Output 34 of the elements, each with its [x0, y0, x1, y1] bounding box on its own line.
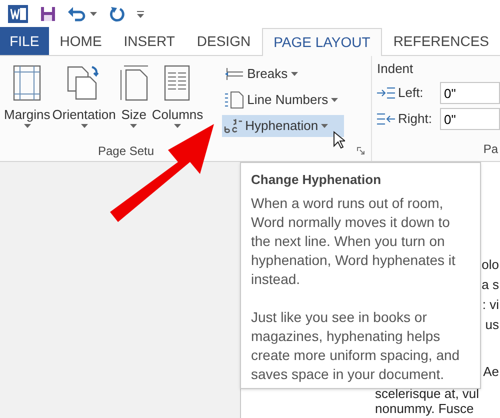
button-label: Orientation — [52, 106, 116, 124]
button-label: Size — [121, 106, 146, 124]
document-text: olo — [482, 256, 500, 274]
ribbon-tab[interactable]: DESIGN — [186, 27, 262, 55]
group-label: Page Setu — [98, 143, 154, 160]
ribbon-tab[interactable]: REFERENCES — [382, 27, 500, 55]
tooltip-text: When a word runs out of room, Word normally moves it down to the next line. When you turn on hyphenation, Word hyphenates it instead. — [251, 194, 456, 288]
field-label: Left: — [398, 84, 424, 102]
ribbon-small-button[interactable]: Hyphenation — [222, 115, 344, 137]
ribbon-button[interactable]: Columns — [150, 60, 204, 141]
ribbon-tab[interactable]: INSERT — [112, 27, 186, 55]
group-title: Indent — [377, 60, 414, 78]
ribbon-button[interactable]: Orientation — [51, 60, 117, 141]
field-label: Right: — [398, 110, 433, 128]
document-text: : vi — [482, 296, 500, 314]
document-text: us — [485, 316, 500, 334]
ribbon-tab[interactable]: PAGE LAYOUT — [262, 28, 382, 56]
indent-field[interactable]: 0" — [440, 82, 500, 104]
document-text: Ae — [483, 363, 500, 381]
ribbon-small-button[interactable]: Line Numbers — [222, 89, 344, 111]
ribbon-small-button[interactable]: Breaks — [222, 63, 344, 85]
button-label: Columns — [152, 106, 204, 124]
ribbon-tab[interactable]: HOME — [48, 27, 113, 55]
document-text: a s — [482, 276, 500, 294]
group-label: Pa — [483, 141, 499, 158]
ribbon-button[interactable]: Size — [116, 60, 151, 141]
tooltip-text: Just like you see in books or magazines, hyphenating helps create more uniform spacing, and saves space in your document. — [251, 308, 461, 384]
document-text: scelerisque at, vul — [375, 386, 480, 401]
ribbon-button[interactable]: Margins — [3, 60, 52, 141]
document-text: nonummy. Fusce — [375, 401, 474, 416]
tooltip-title: Change Hyphenation — [251, 171, 382, 189]
button-label: Margins — [4, 106, 50, 124]
file-tab[interactable]: FILE — [0, 27, 49, 55]
indent-field[interactable]: 0" — [440, 108, 500, 130]
